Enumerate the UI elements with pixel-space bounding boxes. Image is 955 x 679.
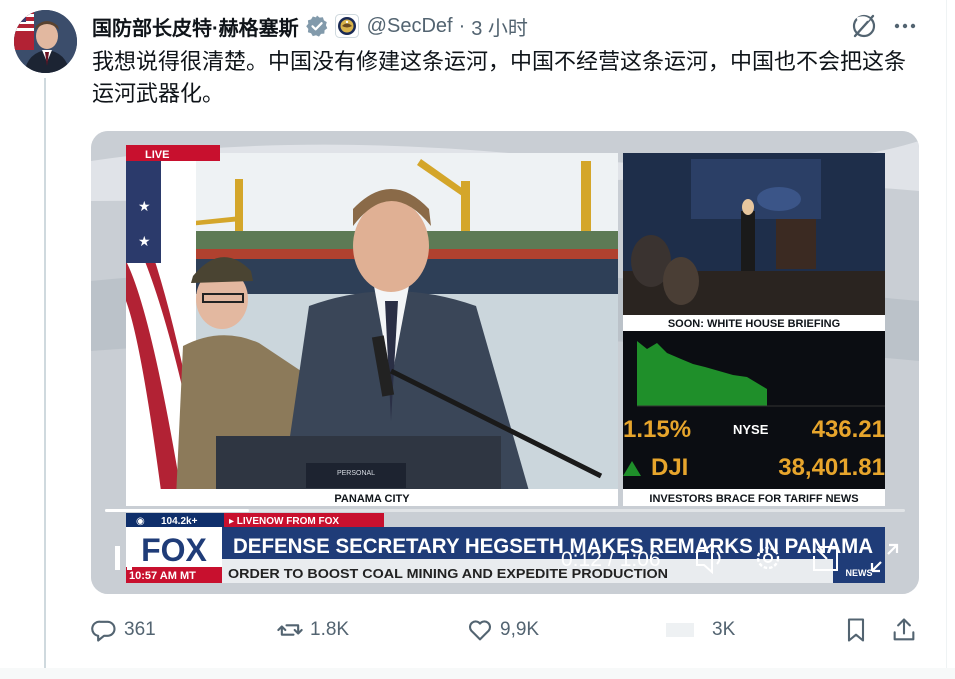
post-text: 我想说得很清楚。中国没有修建这条运河，中国不经营这条运河，中国也不会把这条运河武… xyxy=(92,49,907,106)
side-panel-markets: 1.15% NYSE 436.21 DJI 38,401.81 INVESTOR… xyxy=(623,331,885,506)
ticker-percent: 1.15% xyxy=(623,416,691,443)
svg-text:★: ★ xyxy=(138,198,151,214)
reply-count: 361 xyxy=(124,619,156,640)
main-feed: ★ ★ PERSONAL LIVE PANAMA CITY xyxy=(126,145,618,506)
video-time: 0:12 / 1:06 xyxy=(561,548,661,571)
next-post-gap xyxy=(0,668,955,679)
markets-caption: INVESTORS BRACE FOR TARIFF NEWS xyxy=(649,493,858,505)
duration: 1:06 xyxy=(620,548,661,571)
action-bar: 361 1.8K 9,9K 3K xyxy=(90,612,920,648)
views-count: 3K xyxy=(712,619,736,640)
share-icon xyxy=(893,618,915,641)
grok-icon[interactable] xyxy=(849,11,879,41)
reply-button[interactable]: 361 xyxy=(90,612,156,648)
live-badge xyxy=(126,145,220,161)
like-count: 9,9K xyxy=(500,619,540,640)
author-name[interactable]: 国防部长皮特·赫格塞斯 xyxy=(92,12,299,41)
views-icon xyxy=(666,623,694,637)
bookmark-button[interactable] xyxy=(842,612,870,648)
more-icon[interactable] xyxy=(890,12,920,40)
live-label: LIVE xyxy=(145,149,169,161)
like-button[interactable]: 9,9K xyxy=(466,612,539,648)
ticker-exchange: NYSE xyxy=(733,422,769,437)
side-panel-briefing: SOON: WHITE HOUSE BRIEFING xyxy=(623,153,885,331)
views-button[interactable]: 3K xyxy=(650,612,735,648)
dod-seal-icon[interactable] xyxy=(334,14,359,38)
avatar[interactable] xyxy=(14,10,77,73)
repost-icon xyxy=(277,624,303,636)
timeline-border xyxy=(946,0,947,668)
broadcast-time: 10:57 AM MT xyxy=(129,570,196,582)
view-count-eye-icon: ◉ xyxy=(136,516,145,527)
bookmark-icon xyxy=(847,618,865,642)
reply-icon xyxy=(91,620,116,642)
headline: DEFENSE SECRETARY HEGSETH MAKES REMARKS … xyxy=(233,535,873,558)
post-header: 国防部长皮特·赫格塞斯 @SecDef · 3 小时 xyxy=(92,10,528,42)
ticker-value-1: 436.21 xyxy=(812,416,885,443)
crawl-text: ORDER TO BOOST COAL MINING AND EXPEDITE … xyxy=(228,566,668,581)
location-caption: PANAMA CITY xyxy=(334,493,410,505)
ticker-value-2: 38,401.81 xyxy=(778,454,885,481)
livenow-label: ▸ LIVENOW FROM FOX xyxy=(229,516,339,527)
live-view-count: 104.2k+ xyxy=(161,516,198,527)
post-time[interactable]: 3 小时 xyxy=(471,12,528,41)
repost-button[interactable]: 1.8K xyxy=(276,612,349,648)
network-small: NEWS xyxy=(846,568,873,578)
podium-label: PERSONAL xyxy=(337,470,375,477)
video-player[interactable]: ★ ★ PERSONAL LIVE PANAMA CITY SOON: WHIT… xyxy=(91,131,919,594)
time-separator: / xyxy=(608,548,614,571)
ticker-index: DJI xyxy=(651,454,688,481)
author-handle[interactable]: @SecDef xyxy=(367,15,453,38)
share-button[interactable] xyxy=(890,612,918,648)
podium: PERSONAL xyxy=(216,436,501,498)
repost-count: 1.8K xyxy=(310,619,350,640)
thread-line xyxy=(44,78,46,679)
briefing-caption: SOON: WHITE HOUSE BRIEFING xyxy=(668,318,840,330)
verified-badge-icon[interactable] xyxy=(305,14,329,38)
header-separator: · xyxy=(458,14,466,37)
video-progress xyxy=(105,509,249,512)
svg-text:★: ★ xyxy=(138,233,151,249)
elapsed-time: 0:12 xyxy=(561,548,602,571)
heart-icon xyxy=(468,620,492,641)
fox-logo: FOX xyxy=(141,532,207,568)
